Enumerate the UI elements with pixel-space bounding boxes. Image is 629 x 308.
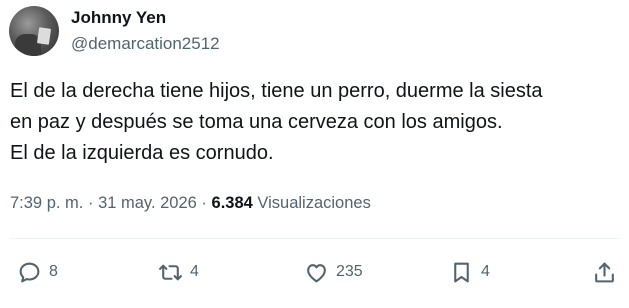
bookmark-count: 4 bbox=[481, 263, 490, 280]
bookmark-icon bbox=[454, 262, 469, 282]
views-label: Visualizaciones bbox=[257, 194, 371, 212]
retweet-count: 4 bbox=[190, 263, 199, 280]
heart-icon bbox=[307, 263, 326, 282]
reply-button[interactable]: 8 bbox=[17, 257, 58, 287]
tweet: Johnny Yen @demarcation2512 El de la der… bbox=[0, 0, 629, 308]
post-time[interactable]: 7:39 p. m. bbox=[10, 194, 83, 212]
post-date[interactable]: 31 may. 2026 bbox=[98, 194, 197, 212]
retweet-icon bbox=[159, 264, 182, 280]
post-text-line: en paz y después se toma una cerveza con… bbox=[10, 111, 503, 133]
post-text-line: El de la derecha tiene hijos, tiene un p… bbox=[10, 80, 543, 102]
like-count: 235 bbox=[336, 263, 363, 280]
views-count: 6.384 bbox=[211, 194, 253, 212]
bookmark-button[interactable]: 4 bbox=[449, 257, 490, 287]
share-icon bbox=[595, 262, 614, 282]
author-name[interactable]: Johnny Yen bbox=[71, 8, 166, 28]
author-avatar[interactable] bbox=[9, 6, 59, 56]
divider bbox=[10, 238, 619, 239]
post-text-line: El de la izquierda es cornudo. bbox=[10, 142, 274, 164]
retweet-button[interactable]: 4 bbox=[158, 257, 199, 287]
post-meta: 7:39 p. m. · 31 may. 2026 · 6.384 Visual… bbox=[10, 194, 371, 213]
meta-separator: · bbox=[201, 194, 207, 212]
meta-separator: · bbox=[87, 194, 94, 212]
post-text: El de la derecha tiene hijos, tiene un p… bbox=[10, 76, 620, 169]
avatar-paper bbox=[36, 27, 52, 45]
share-button[interactable] bbox=[592, 257, 617, 287]
author-handle[interactable]: @demarcation2512 bbox=[71, 34, 220, 54]
like-button[interactable]: 235 bbox=[304, 257, 363, 287]
reply-icon bbox=[19, 262, 40, 282]
action-bar: 8 4 235 4 bbox=[0, 257, 629, 287]
reply-count: 8 bbox=[49, 263, 58, 280]
